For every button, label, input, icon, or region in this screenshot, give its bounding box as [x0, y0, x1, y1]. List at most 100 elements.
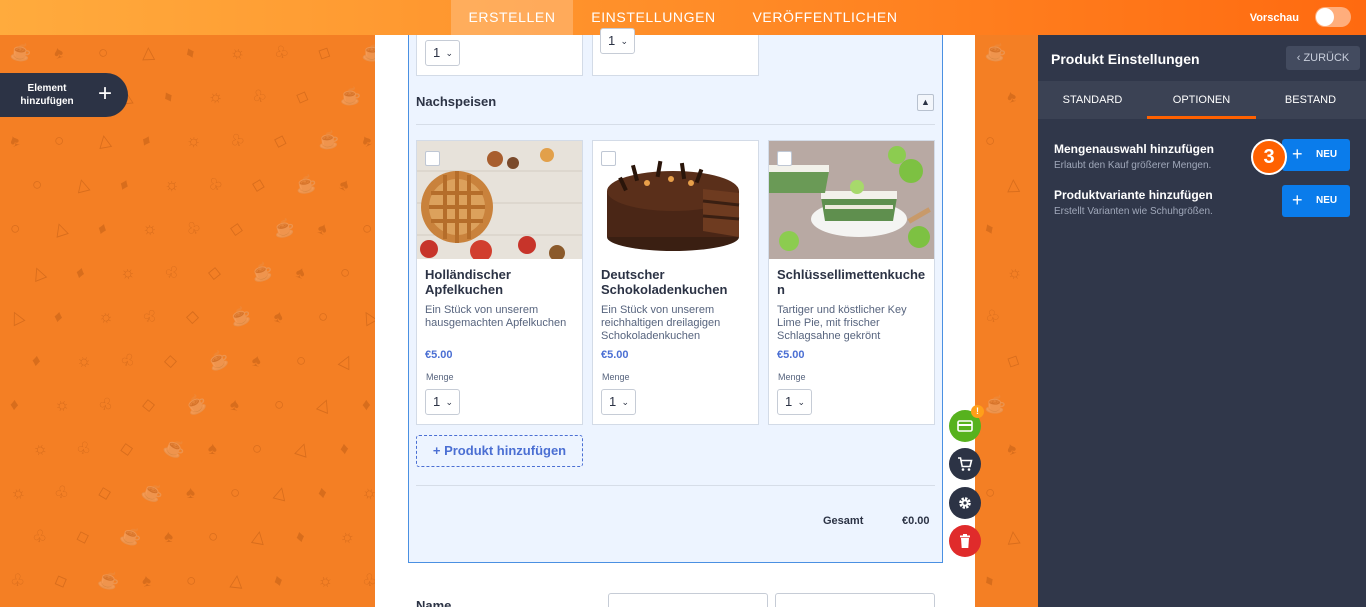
product-card[interactable]: Holländischer Apfelkuchen Ein Stück von …: [416, 140, 583, 425]
quantity-value: 1: [608, 33, 616, 48]
pattern-doodle: ☼: [51, 392, 73, 417]
product-price: €5.00: [601, 349, 629, 361]
product-checkbox[interactable]: [601, 151, 616, 166]
pattern-doodle: ○: [226, 481, 244, 504]
pattern-doodle: ♠: [314, 218, 331, 240]
pattern-doodle: ♦: [116, 174, 133, 195]
product-card[interactable]: Deutscher Schokoladenkuchen Ein Stück vo…: [592, 140, 759, 425]
quantity-select[interactable]: 1 ⌄: [425, 389, 460, 415]
pattern-doodle: ◇: [293, 85, 313, 108]
quantity-select[interactable]: 1 ⌄: [425, 40, 460, 66]
collapse-button[interactable]: ▲: [917, 94, 934, 111]
pattern-doodle: ♧: [74, 437, 94, 460]
pattern-doodle: △: [357, 305, 375, 329]
pattern-doodle: ◇: [271, 129, 290, 152]
name-field-label: Name: [416, 598, 452, 607]
option-subtitle: Erstellt Varianten wie Schuhgrößen.: [1054, 206, 1213, 217]
pattern-doodle: ○: [30, 174, 44, 195]
plus-icon: +: [1292, 144, 1303, 164]
pattern-doodle: △: [315, 393, 335, 416]
pattern-doodle: ◇: [250, 173, 268, 196]
delete-button[interactable]: [949, 525, 981, 557]
product-name: Deutscher Schokoladenkuchen: [601, 267, 728, 297]
quantity-select[interactable]: 1 ⌄: [601, 389, 636, 415]
tab-einstellungen[interactable]: EINSTELLUNGEN: [573, 0, 734, 35]
pattern-doodle: △: [6, 305, 27, 328]
pattern-doodle: ♦: [339, 438, 350, 459]
pattern-doodle: ♠: [140, 570, 153, 591]
pattern-doodle: ☼: [228, 41, 248, 64]
product-checkbox[interactable]: [777, 151, 792, 166]
settings-button[interactable]: [949, 487, 981, 519]
first-name-input[interactable]: [608, 593, 768, 607]
pattern-doodle: ☕: [8, 41, 33, 64]
pattern-doodle: ♠: [271, 306, 286, 327]
pattern-doodle: ♦: [361, 394, 371, 415]
pattern-doodle: △: [141, 42, 156, 63]
pattern-doodle: ♧: [52, 481, 71, 504]
tab-standard[interactable]: STANDARD: [1038, 81, 1147, 119]
pattern-doodle: ♧: [160, 260, 184, 285]
pattern-doodle: ☼: [28, 436, 51, 461]
payment-card-icon: [957, 420, 973, 432]
pattern-doodle: ☼: [337, 524, 359, 549]
pattern-doodle: ♦: [271, 570, 286, 591]
product-description: Ein Stück von unserem hausgemachten Apfe…: [425, 304, 567, 329]
tab-optionen[interactable]: OPTIONEN: [1147, 81, 1256, 119]
tab-erstellen[interactable]: ERSTELLEN: [451, 0, 573, 35]
pattern-doodle: ☕: [204, 347, 232, 374]
pattern-doodle: ◇: [1003, 349, 1024, 372]
panel-title: Produkt Einstellungen: [1051, 51, 1200, 67]
product-card[interactable]: Schlüssellimettenkuchen Tartiger und kös…: [768, 140, 935, 425]
pattern-doodle: ♠: [336, 174, 354, 196]
tab-veroeffentlichen[interactable]: VERÖFFENTLICHEN: [734, 0, 916, 35]
pattern-doodle: ☕: [272, 216, 297, 241]
pattern-doodle: ♠: [207, 438, 218, 459]
pattern-doodle: ♦: [980, 570, 998, 591]
pattern-doodle: ☕: [294, 173, 319, 196]
product-price: €5.00: [425, 349, 453, 361]
add-product-variant-button[interactable]: + NEU: [1282, 185, 1350, 217]
pattern-doodle: ☕: [249, 260, 276, 285]
pattern-doodle: ♧: [9, 570, 26, 591]
product-settings-panel: [1038, 35, 1366, 607]
preview-toggle[interactable]: [1315, 7, 1351, 27]
pattern-doodle: ♠: [357, 130, 375, 152]
pattern-doodle: ○: [294, 350, 308, 371]
pattern-doodle: ♠: [228, 394, 241, 415]
pattern-doodle: ☼: [1005, 261, 1025, 284]
add-element-button[interactable]: Element hinzufügen +: [0, 73, 128, 117]
pattern-doodle: ○: [361, 218, 373, 239]
product-checkbox[interactable]: [425, 151, 440, 166]
pattern-doodle: ◇: [73, 525, 92, 548]
pattern-doodle: ♧: [95, 393, 116, 416]
pattern-doodle: ☼: [164, 175, 180, 194]
pattern-doodle: ☼: [315, 568, 337, 593]
back-button[interactable]: ‹ ZURÜCK: [1286, 46, 1360, 70]
pattern-doodle: ☼: [206, 86, 225, 107]
chevron-down-icon: ⌄: [621, 397, 629, 407]
quantity-label: Menge: [602, 372, 630, 382]
add-product-button[interactable]: + Produkt hinzufügen: [416, 435, 583, 467]
add-quantity-selection-button[interactable]: + NEU: [1282, 139, 1350, 171]
pattern-doodle: ☕: [983, 41, 1008, 64]
pattern-doodle: ♧: [138, 304, 161, 329]
cart-button[interactable]: [949, 448, 981, 480]
pattern-doodle: ☼: [185, 130, 203, 151]
tab-bestand[interactable]: BESTAND: [1256, 81, 1365, 119]
chevron-down-icon: ⌄: [445, 48, 453, 58]
quantity-select[interactable]: 1 ⌄: [600, 28, 635, 54]
pattern-doodle: ☼: [73, 349, 94, 372]
product-image-chocolate-cake: [593, 141, 758, 259]
warning-badge: !: [971, 405, 984, 418]
divider: [416, 124, 935, 125]
quantity-select[interactable]: 1 ⌄: [777, 389, 812, 415]
quantity-label: Menge: [778, 372, 806, 382]
pattern-doodle: △: [96, 130, 113, 151]
last-name-input[interactable]: [775, 593, 935, 607]
pattern-doodle: ♧: [272, 41, 291, 64]
pattern-doodle: ◇: [207, 262, 223, 283]
pattern-doodle: ♠: [250, 350, 264, 371]
chevron-down-icon: ⌄: [445, 397, 453, 407]
quantity-value: 1: [609, 394, 617, 409]
